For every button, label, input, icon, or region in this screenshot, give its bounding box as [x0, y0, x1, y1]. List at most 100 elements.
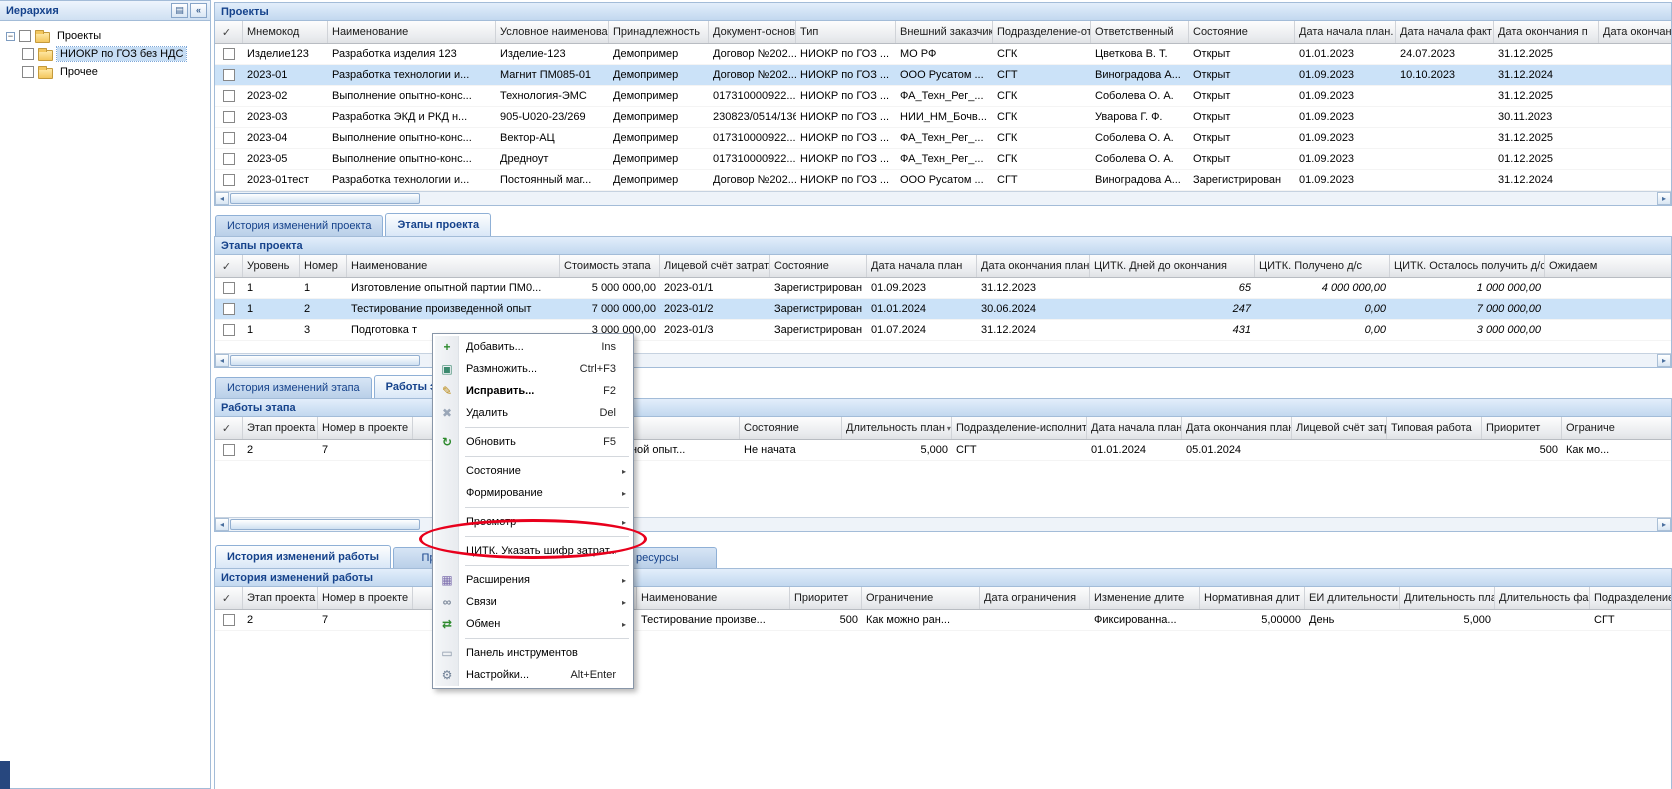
- expander-icon[interactable]: −: [6, 32, 15, 41]
- row-checkbox[interactable]: [223, 324, 235, 336]
- column-header[interactable]: ✓: [215, 587, 243, 609]
- table-row[interactable]: 2023-04Выполнение опытно-конс...Вектор-А…: [215, 128, 1671, 149]
- column-header[interactable]: Приоритет: [1482, 417, 1562, 439]
- scroll-right-icon[interactable]: ▸: [1657, 354, 1671, 367]
- scrollbar-thumb[interactable]: [230, 519, 420, 530]
- column-header[interactable]: ЕИ длительности: [1305, 587, 1400, 609]
- column-header[interactable]: Дата окончания: [1599, 21, 1672, 43]
- table-row[interactable]: 12Тестирование произведенной опыт7 000 0…: [215, 299, 1671, 320]
- column-header[interactable]: Лицевой счёт затр: [1292, 417, 1387, 439]
- menu-item[interactable]: ▣Размножить...Ctrl+F3: [435, 358, 631, 380]
- column-header[interactable]: Стоимость этапа: [560, 255, 660, 277]
- column-header[interactable]: Состояние: [1189, 21, 1295, 43]
- column-header[interactable]: Документ-основан: [709, 21, 796, 43]
- row-checkbox[interactable]: [223, 303, 235, 315]
- menu-item[interactable]: ✎Исправить...F2: [435, 380, 631, 402]
- row-checkbox[interactable]: [223, 132, 235, 144]
- column-header[interactable]: Дата начала план.: [1087, 417, 1182, 439]
- row-checkbox[interactable]: [223, 614, 235, 626]
- column-header[interactable]: Дата окончания план: [977, 255, 1090, 277]
- column-header[interactable]: ✓: [215, 21, 243, 43]
- row-checkbox[interactable]: [223, 48, 235, 60]
- column-header[interactable]: Уровень: [243, 255, 300, 277]
- column-header[interactable]: Состояние: [770, 255, 867, 277]
- tree-item[interactable]: Прочее: [2, 63, 208, 81]
- column-header[interactable]: ЦИТК. Дней до окончания: [1090, 255, 1255, 277]
- column-header[interactable]: Дата начала план.: [1295, 21, 1396, 43]
- tab[interactable]: История изменений проекта: [215, 215, 383, 236]
- menu-item[interactable]: ✖УдалитьDel: [435, 402, 631, 424]
- column-header[interactable]: Номер в проекте: [318, 587, 413, 609]
- column-header[interactable]: Дата окончания план: [1182, 417, 1292, 439]
- row-checkbox[interactable]: [223, 444, 235, 456]
- table-row[interactable]: Изделие123Разработка изделия 123Изделие-…: [215, 44, 1671, 65]
- scroll-left-icon[interactable]: ◂: [215, 192, 229, 205]
- menu-item[interactable]: ∞Связи▸: [435, 591, 631, 613]
- column-header[interactable]: ЦИТК. Получено д/с: [1255, 255, 1390, 277]
- menu-item[interactable]: ⚙Настройки...Alt+Enter: [435, 664, 631, 686]
- column-header[interactable]: Подразделение-от: [993, 21, 1091, 43]
- column-header[interactable]: Длительность план▾: [842, 417, 952, 439]
- column-header[interactable]: Номер: [300, 255, 347, 277]
- column-header[interactable]: Лицевой счёт затрат.: [660, 255, 770, 277]
- column-header[interactable]: Нормативная длит: [1200, 587, 1305, 609]
- menu-item[interactable]: Состояние▸: [435, 460, 631, 482]
- menu-item[interactable]: ЦИТК. Указать шифр затрат...: [435, 540, 631, 562]
- column-header[interactable]: Ограниче: [1562, 417, 1672, 439]
- tree-checkbox[interactable]: [22, 48, 34, 60]
- tree-checkbox[interactable]: [22, 66, 34, 78]
- menu-item[interactable]: ⇄Обмен▸: [435, 613, 631, 635]
- column-header[interactable]: Длительность фак: [1495, 587, 1590, 609]
- menu-item[interactable]: Формирование▸: [435, 482, 631, 504]
- menu-item[interactable]: ▭Панель инструментов: [435, 642, 631, 664]
- table-row[interactable]: 2023-02Выполнение опытно-конс...Технолог…: [215, 86, 1671, 107]
- row-checkbox[interactable]: [223, 111, 235, 123]
- column-header[interactable]: ЦИТК. Осталось получить д/с: [1390, 255, 1545, 277]
- scroll-left-icon[interactable]: ◂: [215, 354, 229, 367]
- tree-item[interactable]: −Проекты: [2, 27, 208, 45]
- tab[interactable]: Этапы проекта: [385, 213, 491, 236]
- column-header[interactable]: Дата ограничения: [980, 587, 1090, 609]
- column-header[interactable]: ✓: [215, 255, 243, 277]
- column-header[interactable]: Ответственный: [1091, 21, 1189, 43]
- table-row[interactable]: 2023-05Выполнение опытно-конс...Дредноут…: [215, 149, 1671, 170]
- column-header[interactable]: Мнемокод: [243, 21, 328, 43]
- table-row[interactable]: 2023-01Разработка технологии и...Магнит …: [215, 65, 1671, 86]
- row-checkbox[interactable]: [223, 174, 235, 186]
- column-header[interactable]: Ограничение: [862, 587, 980, 609]
- table-row[interactable]: 11Изготовление опытной партии ПМ0...5 00…: [215, 278, 1671, 299]
- column-header[interactable]: Наименование: [347, 255, 560, 277]
- column-header[interactable]: Приоритет: [790, 587, 862, 609]
- column-header[interactable]: Внешний заказчик: [896, 21, 993, 43]
- scroll-left-icon[interactable]: ◂: [215, 518, 229, 531]
- column-header[interactable]: ✓: [215, 417, 243, 439]
- projects-horizontal-scrollbar[interactable]: ◂ ▸: [215, 191, 1671, 205]
- menu-item[interactable]: Просмотр▸: [435, 511, 631, 533]
- column-header[interactable]: Подразделение-и: [1590, 587, 1672, 609]
- column-header[interactable]: Типовая работа: [1387, 417, 1482, 439]
- menu-item[interactable]: +Добавить...Ins: [435, 336, 631, 358]
- column-header[interactable]: Дата начала факт: [1396, 21, 1494, 43]
- row-checkbox[interactable]: [223, 282, 235, 294]
- column-header[interactable]: Наименование: [328, 21, 496, 43]
- menu-item[interactable]: ▦Расширения▸: [435, 569, 631, 591]
- collapse-panel-icon[interactable]: «: [190, 3, 207, 18]
- column-header[interactable]: Наименование: [637, 587, 790, 609]
- column-header[interactable]: Длительность пла: [1400, 587, 1495, 609]
- tree-checkbox[interactable]: [19, 30, 31, 42]
- scroll-right-icon[interactable]: ▸: [1657, 518, 1671, 531]
- column-header[interactable]: Этап проекта: [243, 417, 318, 439]
- column-header[interactable]: Подразделение-исполнитель.: [952, 417, 1087, 439]
- column-header[interactable]: Ожидаем: [1545, 255, 1672, 277]
- column-header[interactable]: Номер в проекте: [318, 417, 413, 439]
- tab[interactable]: История изменений этапа: [215, 377, 372, 398]
- column-header[interactable]: Тип: [796, 21, 896, 43]
- scroll-right-icon[interactable]: ▸: [1657, 192, 1671, 205]
- row-checkbox[interactable]: [223, 69, 235, 81]
- tab[interactable]: История изменений работы: [215, 545, 391, 568]
- menu-item[interactable]: ↻ОбновитьF5: [435, 431, 631, 453]
- locate-icon[interactable]: ▤: [171, 3, 188, 18]
- column-header[interactable]: Изменение длите: [1090, 587, 1200, 609]
- column-header[interactable]: Этап проекта: [243, 587, 318, 609]
- scrollbar-thumb[interactable]: [230, 355, 420, 366]
